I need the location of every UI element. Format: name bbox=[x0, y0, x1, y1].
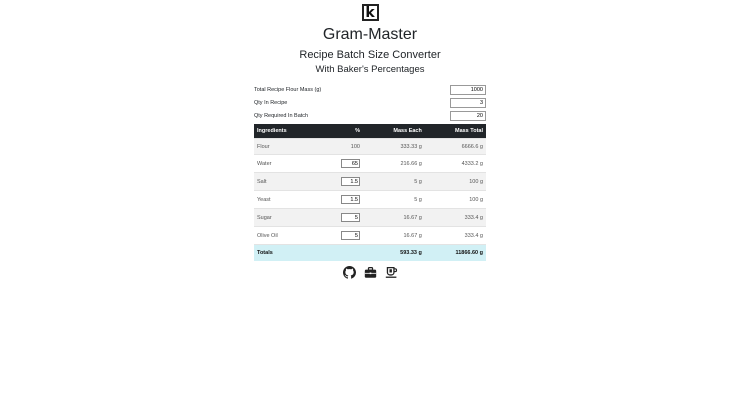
header-percent: % bbox=[318, 124, 363, 139]
totals-percent bbox=[318, 244, 363, 261]
table-header-row: Ingredients % Mass Each Mass Total bbox=[254, 124, 486, 139]
briefcase-icon[interactable] bbox=[364, 266, 377, 279]
qty-recipe-label: Qty In Recipe bbox=[254, 99, 288, 106]
recipe-form: Total Recipe Flour Mass (g) Qty In Recip… bbox=[254, 83, 486, 122]
ingredient-name: Yeast bbox=[254, 190, 319, 209]
table-row: Water 216.66 g 4333.2 g bbox=[254, 154, 486, 173]
totals-mass-total: 11866.60 g bbox=[424, 244, 486, 261]
ingredient-mass-each: 5 g bbox=[362, 172, 425, 191]
totals-mass-each: 593.33 g bbox=[362, 244, 425, 261]
table-row: Flour 100 333.33 g 6666.6 g bbox=[254, 138, 486, 155]
ingredient-percent: 100 bbox=[318, 138, 363, 155]
ingredient-mass-total: 333.4 g bbox=[424, 226, 486, 245]
percent-input[interactable] bbox=[340, 231, 360, 240]
percent-input[interactable] bbox=[340, 159, 360, 168]
ingredient-name: Salt bbox=[254, 172, 319, 191]
percent-input[interactable] bbox=[340, 195, 360, 204]
tagline: With Baker's Percentages bbox=[315, 64, 425, 75]
totals-row: Totals 593.33 g 11866.60 g bbox=[254, 244, 486, 261]
logo-letter: k bbox=[365, 4, 375, 21]
percent-input[interactable] bbox=[340, 177, 360, 186]
ingredient-percent-cell bbox=[318, 172, 363, 191]
qty-batch-row: Qty Required In Batch bbox=[254, 109, 486, 122]
header-mass-each: Mass Each bbox=[362, 124, 425, 139]
header-ingredients: Ingredients bbox=[254, 124, 319, 139]
ingredient-mass-total: 6666.6 g bbox=[424, 138, 486, 155]
ingredient-percent-cell bbox=[318, 208, 363, 227]
ingredients-table: Ingredients % Mass Each Mass Total Flour… bbox=[254, 124, 486, 261]
table-row: Sugar 16.67 g 333.4 g bbox=[254, 208, 486, 227]
table-row: Yeast 5 g 100 g bbox=[254, 190, 486, 209]
logo: k bbox=[361, 4, 379, 21]
header-mass-total: Mass Total bbox=[424, 124, 486, 139]
footer-icons bbox=[254, 266, 486, 279]
ingredient-name: Sugar bbox=[254, 208, 319, 227]
ingredient-mass-each: 333.33 g bbox=[362, 138, 425, 155]
ingredient-mass-each: 216.66 g bbox=[362, 154, 425, 173]
ingredient-mass-total: 333.4 g bbox=[424, 208, 486, 227]
table-row: Salt 5 g 100 g bbox=[254, 172, 486, 191]
ingredient-mass-each: 5 g bbox=[362, 190, 425, 209]
ingredient-name: Olive Oil bbox=[254, 226, 319, 245]
qty-batch-label: Qty Required In Batch bbox=[254, 112, 309, 119]
ingredient-mass-total: 100 g bbox=[424, 172, 486, 191]
flour-mass-row: Total Recipe Flour Mass (g) bbox=[254, 83, 486, 96]
ingredient-mass-total: 100 g bbox=[424, 190, 486, 209]
ingredient-mass-each: 16.67 g bbox=[362, 226, 425, 245]
app-container: k Gram-Master Recipe Batch Size Converte… bbox=[254, 4, 486, 279]
table-row: Olive Oil 16.67 g 333.4 g bbox=[254, 226, 486, 245]
subtitle: Recipe Batch Size Converter bbox=[299, 49, 441, 61]
qty-batch-input[interactable] bbox=[450, 110, 486, 121]
ingredient-name: Flour bbox=[254, 138, 319, 155]
flour-mass-label: Total Recipe Flour Mass (g) bbox=[254, 86, 322, 93]
ingredient-mass-total: 4333.2 g bbox=[424, 154, 486, 173]
ingredient-percent-cell bbox=[318, 190, 363, 209]
ingredient-percent-cell bbox=[318, 226, 363, 245]
qty-recipe-input[interactable] bbox=[450, 97, 486, 108]
ingredient-mass-each: 16.67 g bbox=[362, 208, 425, 227]
percent-input[interactable] bbox=[340, 213, 360, 222]
flour-mass-input[interactable] bbox=[450, 84, 486, 95]
ingredient-name: Water bbox=[254, 154, 319, 173]
github-icon[interactable] bbox=[342, 266, 356, 279]
app-title: Gram-Master bbox=[322, 26, 418, 43]
qty-recipe-row: Qty In Recipe bbox=[254, 96, 486, 109]
ingredient-percent-cell bbox=[318, 154, 363, 173]
coffee-icon[interactable] bbox=[385, 266, 398, 279]
totals-label: Totals bbox=[254, 244, 319, 261]
